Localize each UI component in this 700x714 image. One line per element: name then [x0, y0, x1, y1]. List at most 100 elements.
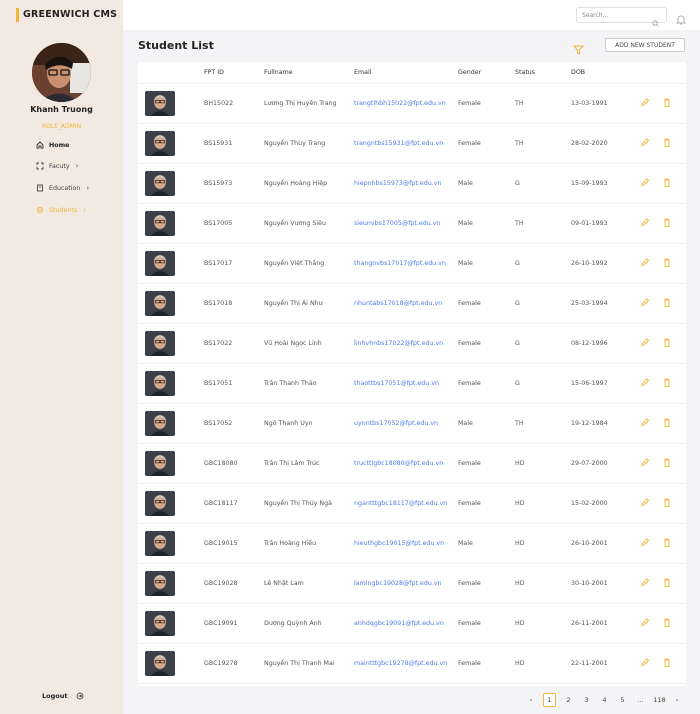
- trash-icon[interactable]: [662, 137, 672, 148]
- pagination-next[interactable]: ›: [672, 693, 682, 707]
- gear-icon: [35, 206, 44, 215]
- fullname-cell: Nguyễn Vương Siêu: [264, 220, 327, 227]
- sidebar-item-faculty[interactable]: Facuty ›: [35, 160, 78, 172]
- page-button[interactable]: 1: [543, 693, 556, 707]
- pencil-icon[interactable]: [640, 457, 650, 468]
- student-photo: [145, 251, 175, 276]
- table-row: BS17051 Trần Thanh Thảo thaottbs17051@fpt.…: [138, 364, 686, 404]
- dob-cell: 26-11-2001: [571, 620, 608, 627]
- student-photo: [145, 371, 175, 396]
- sidebar-item-home[interactable]: Home: [35, 139, 69, 151]
- email-link[interactable]: maintttgbc19278@fpt.edu.vn: [354, 660, 447, 667]
- fpt-id-cell: GBC19091: [204, 620, 238, 627]
- pencil-icon[interactable]: [640, 177, 650, 188]
- pencil-icon[interactable]: [640, 297, 650, 308]
- pencil-icon[interactable]: [640, 577, 650, 588]
- pencil-icon[interactable]: [640, 337, 650, 348]
- pagination-prev[interactable]: ‹: [526, 693, 536, 707]
- search-box[interactable]: [576, 7, 667, 27]
- trash-icon[interactable]: [662, 577, 672, 588]
- status-cell: HD: [515, 580, 525, 587]
- trash-icon[interactable]: [662, 337, 672, 348]
- email-link[interactable]: hieuthgbc19015@fpt.edu.vn: [354, 540, 444, 547]
- pencil-icon[interactable]: [640, 257, 650, 268]
- trash-icon[interactable]: [662, 257, 672, 268]
- fpt-id-cell: BS17022: [204, 340, 233, 347]
- pencil-icon[interactable]: [640, 137, 650, 148]
- email-link[interactable]: tructtlgbc18080@fpt.edu.vn: [354, 460, 443, 467]
- pencil-icon[interactable]: [640, 537, 650, 548]
- page-button[interactable]: 5: [616, 693, 629, 707]
- search-icon[interactable]: [652, 12, 659, 27]
- trash-icon[interactable]: [662, 177, 672, 188]
- table-row: BS17017 Nguyễn Việt Thắng thangnvbs17017@f…: [138, 244, 686, 284]
- table-row: BS17005 Nguyễn Vương Siêu sieunvbs17005@fp…: [138, 204, 686, 244]
- add-student-button[interactable]: ADD NEW STUDENT: [605, 38, 685, 52]
- filter-icon[interactable]: [572, 40, 585, 55]
- pencil-icon[interactable]: [640, 417, 650, 428]
- email-link[interactable]: thaottbs17051@fpt.edu.vn: [354, 380, 439, 387]
- table-row: BS15973 Nguyễn Hoàng Hiệp hiepnhbs15973@fp…: [138, 164, 686, 204]
- chevron-right-icon: ›: [83, 206, 86, 214]
- pencil-icon[interactable]: [640, 97, 650, 108]
- dob-cell: 13-03-1991: [571, 100, 608, 107]
- bell-icon[interactable]: [676, 10, 686, 25]
- gender-cell: Male: [458, 420, 473, 427]
- pencil-icon[interactable]: [640, 617, 650, 628]
- pagination-ellipsis: ...: [637, 696, 644, 704]
- logout-icon: [76, 692, 84, 700]
- email-link[interactable]: trangntbs15931@fpt.edu.vn: [354, 140, 443, 147]
- pencil-icon[interactable]: [640, 217, 650, 228]
- status-cell: HD: [515, 500, 525, 507]
- search-input[interactable]: [582, 11, 652, 19]
- status-cell: G: [515, 300, 520, 307]
- page-button[interactable]: 118: [651, 693, 668, 707]
- status-cell: HD: [515, 540, 525, 547]
- page-button[interactable]: 2: [562, 693, 575, 707]
- email-link[interactable]: ngantttgbc18117@fpt.edu.vn: [354, 500, 447, 507]
- trash-icon[interactable]: [662, 417, 672, 428]
- fpt-id-cell: GBC19028: [204, 580, 238, 587]
- trash-icon[interactable]: [662, 617, 672, 628]
- chevron-right-icon: ›: [75, 162, 79, 170]
- email-link[interactable]: linhvhnbs17022@fpt.edu.vn: [354, 340, 443, 347]
- page-button[interactable]: 4: [598, 693, 611, 707]
- avatar: [32, 43, 91, 102]
- sidebar-item-education[interactable]: Education ›: [35, 182, 89, 194]
- logout-button[interactable]: Logout: [42, 692, 84, 700]
- page-button[interactable]: 3: [580, 693, 593, 707]
- trash-icon[interactable]: [662, 377, 672, 388]
- gender-cell: Female: [458, 140, 481, 147]
- gender-cell: Male: [458, 220, 473, 227]
- sidebar-item-students[interactable]: Students ›: [35, 204, 86, 216]
- trash-icon[interactable]: [662, 537, 672, 548]
- trash-icon[interactable]: [662, 497, 672, 508]
- fpt-id-cell: BS17017: [204, 260, 233, 267]
- fullname-cell: Nguyễn Thùy Trang: [264, 140, 326, 147]
- email-link[interactable]: trangtlhbh15022@fpt.edu.vn: [354, 100, 446, 107]
- trash-icon[interactable]: [662, 657, 672, 668]
- trash-icon[interactable]: [662, 97, 672, 108]
- pencil-icon[interactable]: [640, 377, 650, 388]
- email-link[interactable]: uynntbs17052@fpt.edu.vn: [354, 420, 438, 427]
- fullname-cell: Ngô Thanh Uyn: [264, 420, 313, 427]
- trash-icon[interactable]: [662, 297, 672, 308]
- fpt-id-cell: BS17005: [204, 220, 233, 227]
- dob-cell: 08-12-1996: [571, 340, 608, 347]
- email-link[interactable]: thangnvbs17017@fpt.edu.vn: [354, 260, 446, 267]
- sidebar: GREENWICH CMS Khanh Truong ROLE_ADMIN Ho…: [0, 0, 123, 714]
- pencil-icon[interactable]: [640, 497, 650, 508]
- student-photo: [145, 451, 175, 476]
- email-link[interactable]: sieunvbs17005@fpt.edu.vn: [354, 220, 440, 227]
- pencil-icon[interactable]: [640, 657, 650, 668]
- email-link[interactable]: anhdqgbc19091@fpt.edu.vn: [354, 620, 444, 627]
- fullname-cell: Vũ Hoài Ngọc Linh: [264, 340, 322, 347]
- email-link[interactable]: lamlngbc19028@fpt.edu.vn: [354, 580, 442, 587]
- gender-cell: Female: [458, 460, 481, 467]
- trash-icon[interactable]: [662, 457, 672, 468]
- email-link[interactable]: nhuntabs17018@fpt.edu.vn: [354, 300, 442, 307]
- student-photo: [145, 411, 175, 436]
- email-link[interactable]: hiepnhbs15973@fpt.edu.vn: [354, 180, 441, 187]
- user-name: Khanh Truong: [30, 105, 93, 114]
- trash-icon[interactable]: [662, 217, 672, 228]
